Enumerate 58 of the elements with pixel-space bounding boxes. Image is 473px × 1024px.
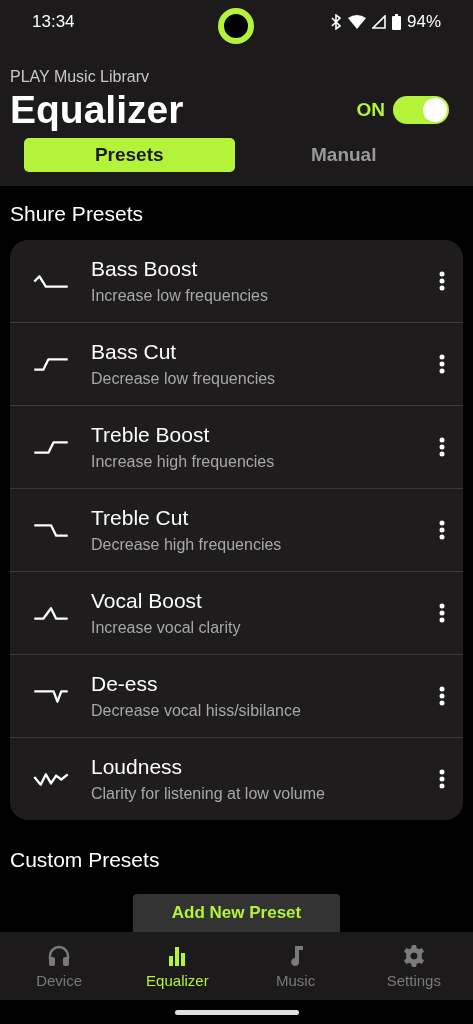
add-preset-button[interactable]: Add New Preset [133, 894, 340, 932]
curve-icon [33, 606, 69, 620]
curve-icon [33, 357, 69, 371]
preset-description: Clarity for listening at low volume [91, 785, 326, 803]
preset-description: Increase high frequencies [91, 453, 276, 471]
preset-description: Decrease vocal hiss/sibilance [91, 702, 302, 720]
preset-description: Decrease low frequencies [91, 370, 277, 388]
section-title: Custom Presets [10, 848, 161, 872]
clock: 13:34 [32, 12, 75, 32]
curve-icon [33, 772, 69, 786]
tab[interactable]: Manual [238, 138, 449, 172]
nav-item[interactable]: Music [236, 932, 355, 1000]
preset-name: De-ess [91, 672, 159, 696]
page-title: Equalizer [10, 88, 184, 132]
preset-description: Increase low frequencies [91, 287, 269, 305]
curve-icon [33, 274, 69, 288]
ring-icon [216, 6, 256, 46]
preset-name: Loudness [91, 755, 184, 779]
preset-row[interactable]: Bass Cut Decrease low frequencies [10, 322, 463, 405]
toggle-label: ON [356, 99, 385, 121]
curve-icon [33, 689, 69, 703]
preset-name: Treble Cut [91, 506, 190, 530]
more-icon[interactable] [439, 271, 445, 291]
wifi-icon [347, 15, 366, 29]
app-subtitle: PLAY Music Librarv [10, 68, 150, 86]
home-indicator[interactable] [174, 1009, 299, 1015]
preset-row[interactable]: Treble Boost Increase high frequencies [10, 405, 463, 488]
more-icon[interactable] [439, 520, 445, 540]
bluetooth-icon [329, 14, 342, 30]
preset-row[interactable]: Loudness Clarity for listening at low volume [10, 737, 463, 820]
nav-item[interactable]: Device [0, 932, 119, 1000]
preset-row[interactable]: Treble Cut Decrease high frequencies [10, 488, 463, 571]
battery-percent: 94% [406, 12, 441, 32]
more-icon[interactable] [439, 603, 445, 623]
preset-row[interactable]: De-ess Decrease vocal hiss/sibilance [10, 654, 463, 737]
more-icon[interactable] [439, 437, 445, 457]
nav-item[interactable]: Equalizer [118, 932, 237, 1000]
preset-name: Bass Cut [91, 340, 178, 364]
preset-name: Bass Boost [91, 257, 199, 281]
preset-name: Vocal Boost [91, 589, 203, 613]
toggle-switch[interactable] [393, 96, 449, 124]
gear-icon [401, 943, 426, 968]
preset-row[interactable]: Bass Boost Increase low frequencies [10, 240, 463, 322]
preset-description: Decrease high frequencies [91, 536, 283, 554]
battery-icon [391, 14, 401, 30]
more-icon[interactable] [439, 354, 445, 374]
nav-item[interactable]: Settings [354, 932, 473, 1000]
curve-icon [33, 523, 69, 537]
more-icon[interactable] [439, 686, 445, 706]
signal-icon [371, 15, 386, 29]
preset-row[interactable]: Vocal Boost Increase vocal clarity [10, 571, 463, 654]
preset-name: Treble Boost [91, 423, 211, 447]
preset-description: Increase vocal clarity [91, 619, 242, 637]
headphones-icon [47, 943, 72, 968]
curve-icon [33, 440, 69, 454]
tab[interactable]: Presets [24, 138, 235, 172]
section-title: Shure Presets [10, 202, 145, 226]
more-icon[interactable] [439, 769, 445, 789]
